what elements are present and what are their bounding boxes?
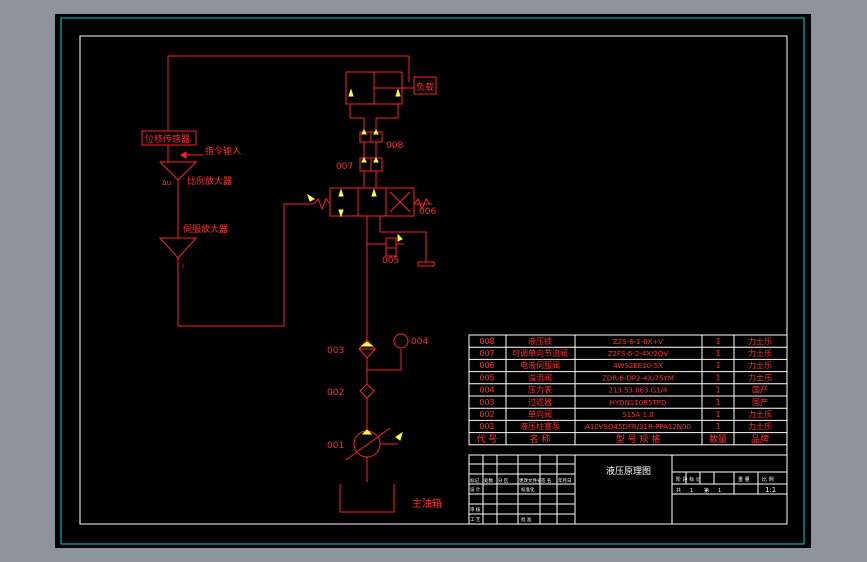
bom-cell-qty: 1 xyxy=(715,410,720,419)
bom-cell-brand: 力士乐 xyxy=(748,409,772,419)
sheet-total-value: 1 xyxy=(690,488,693,494)
sheet-no-label: 第 xyxy=(704,487,709,494)
bom-cell-qty: 1 xyxy=(715,337,720,346)
id-008: 008 xyxy=(386,141,403,151)
bom-cell-qty: 1 xyxy=(715,422,720,431)
id-002: 002 xyxy=(327,388,344,398)
bom-header-no: 代 号 xyxy=(477,434,498,445)
bom-cell-brand: 力士乐 xyxy=(748,372,772,382)
bom-cell-model: HYDN110R5TPD xyxy=(610,399,667,407)
bom-cell-brand: 国产 xyxy=(752,385,768,395)
tb-row-standard: 标准化 xyxy=(521,486,535,493)
drawing-title: 液压原理图 xyxy=(606,465,651,477)
bom-cell-name: 溢流阀 xyxy=(528,372,552,382)
tb-col-5: 年月日 xyxy=(558,477,572,484)
sheet-no-value: 1 xyxy=(718,488,721,494)
tb-col-3: 更改文件号 xyxy=(519,477,542,484)
bom-header-brand: 品牌 xyxy=(751,433,769,445)
current-mark-label: i xyxy=(182,262,184,270)
scale-value: 1:1 xyxy=(765,486,776,494)
tb-row-craft: 工 艺 xyxy=(470,517,481,523)
servo-amp-label: 伺服放大器 xyxy=(183,223,228,235)
bom-header-name: 名 称 xyxy=(530,433,551,445)
id-007: 007 xyxy=(336,162,353,172)
bom-header-qty: 数量 xyxy=(709,433,727,445)
tb-col-1: 处数 xyxy=(484,477,493,484)
bom-cell-no: 001 xyxy=(479,422,494,431)
bom-cell-no: 005 xyxy=(479,373,494,382)
sum-mark-label: Δu xyxy=(162,179,171,187)
main-tank-label: 主油箱 xyxy=(412,497,442,510)
bom-cell-name: 电液伺服阀 xyxy=(520,360,560,370)
weight-header: 重 量 xyxy=(738,476,750,483)
bom-cell-name: 压力表 xyxy=(528,385,552,395)
bom-cell-model: S15A 1.0 xyxy=(622,411,654,419)
bom-cell-qty: 1 xyxy=(715,373,720,382)
tb-col-2: 分 区 xyxy=(498,477,509,484)
bom-cell-model: 4WS2EE10-5X xyxy=(613,362,663,370)
displacement-sensor-label: 位移传感器 xyxy=(145,133,190,145)
bom-cell-brand: 力士乐 xyxy=(748,360,772,370)
drawing-sheet: 位移传感器 指令输入 比例放大器 伺服放大器 Δu i 负载 主油箱 008 0… xyxy=(55,14,811,548)
tb-col-0: 标记 xyxy=(470,477,479,484)
sheet-total-label: 共 xyxy=(676,487,681,494)
bom-cell-model: 213.53.063.G1/4 xyxy=(609,387,669,395)
bom-cell-no: 003 xyxy=(479,398,494,407)
bom-cell-brand: 力士乐 xyxy=(748,336,772,346)
bom-cell-name: 过滤器 xyxy=(528,397,552,407)
scale-header: 比 例 xyxy=(762,476,774,483)
bom-cell-model: ZDR-6-DP2-4X/75YM xyxy=(602,374,674,382)
bom-cell-brand: 国产 xyxy=(752,397,768,407)
bom-cell-qty: 1 xyxy=(715,386,720,395)
bom-cell-no: 004 xyxy=(479,386,494,395)
id-004: 004 xyxy=(411,337,428,347)
tb-row-design: 设 计 xyxy=(470,486,481,493)
bom-cell-model: Z2S-6-1-6X+V xyxy=(613,338,663,346)
bom-cell-brand: 力士乐 xyxy=(748,348,772,358)
bom-cell-name: 单向阀 xyxy=(528,409,552,419)
bom-cell-no: 007 xyxy=(479,349,494,358)
bom-cell-no: 006 xyxy=(479,361,494,370)
command-input-label: 指令输入 xyxy=(205,145,241,157)
bom-cell-brand: 力士乐 xyxy=(748,421,772,431)
bom-cell-no: 008 xyxy=(479,337,494,346)
stage-header: 阶 段 标 记 xyxy=(676,476,701,483)
bom-cell-qty: 1 xyxy=(715,361,720,370)
id-003: 003 xyxy=(327,346,344,356)
proportional-amp-label: 比例放大器 xyxy=(187,175,232,187)
bom-cell-model: A10VSO45DFR/31R-PPA12N00 xyxy=(585,423,691,431)
bom-header-model: 型 号 规 格 xyxy=(616,433,661,445)
id-005: 005 xyxy=(382,256,399,266)
bom-cell-name: 可调单向节流阀 xyxy=(512,348,568,358)
bom-cell-name: 液压柱塞泵 xyxy=(520,421,560,431)
id-001: 001 xyxy=(327,441,344,451)
tb-row-approve: 批 准 xyxy=(521,516,532,523)
bom-cell-model: Z2FS-6-2-4X/2QV xyxy=(608,350,669,358)
bom-cell-name: 液压锁 xyxy=(528,336,552,346)
bom-cell-no: 002 xyxy=(479,410,494,419)
tb-row-review: 审 核 xyxy=(470,506,481,513)
tb-col-4: 签 名 xyxy=(541,477,551,484)
bom-cell-qty: 1 xyxy=(715,398,720,407)
load-label: 负载 xyxy=(416,81,434,93)
bom-cell-qty: 1 xyxy=(715,349,720,358)
id-006: 006 xyxy=(419,207,436,217)
